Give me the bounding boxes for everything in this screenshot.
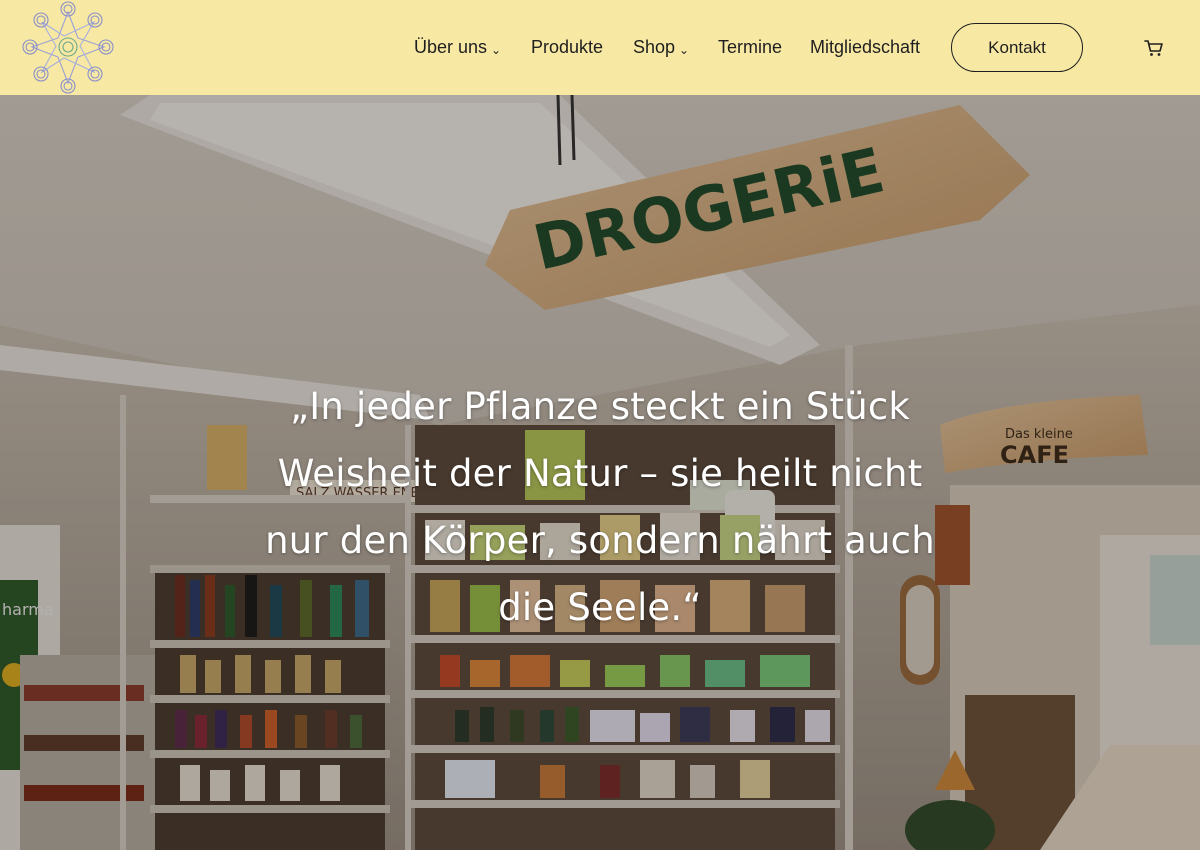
contact-button[interactable]: Kontakt <box>951 23 1083 72</box>
nav-item-shop[interactable]: Shop ⌄ <box>633 37 689 58</box>
cart-icon[interactable] <box>1143 37 1165 59</box>
hero-section: Das kleine CAFE DROGERiE harma SALZ WASS… <box>0 95 1200 850</box>
nav-item-produkte[interactable]: Produkte <box>531 37 603 58</box>
nav-item-ueber-uns[interactable]: Über uns ⌄ <box>414 37 501 58</box>
nav-label: Shop <box>633 37 676 57</box>
hero-quote: „In jeder Pflanze steckt ein Stück Weish… <box>265 385 935 629</box>
mandala-logo[interactable] <box>20 0 116 95</box>
site-header: Über uns ⌄ Produkte Shop ⌄ Termine Mitgl… <box>0 0 1200 95</box>
chevron-down-icon: ⌄ <box>491 42 502 57</box>
nav-item-termine[interactable]: Termine <box>718 37 782 58</box>
nav-label: Produkte <box>531 37 604 57</box>
chevron-down-icon: ⌄ <box>679 42 690 57</box>
nav-item-mitgliedschaft[interactable]: Mitgliedschaft <box>810 37 920 58</box>
nav-label: Mitgliedschaft <box>810 37 921 57</box>
nav-label: Über uns <box>414 37 488 57</box>
nav-label: Termine <box>718 37 783 57</box>
